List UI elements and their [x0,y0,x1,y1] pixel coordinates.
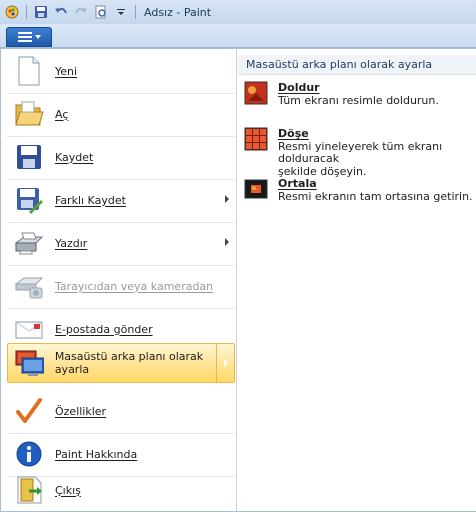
menu-item-scanner[interactable]: Tarayıcıdan veya kameradan [7,266,235,309]
menu-item-save-as-label: Farklı Kaydet [55,193,126,207]
menu-item-scanner-label: Tarayıcıdan veya kameradan [55,279,214,293]
menu-item-about[interactable]: Paint Hakkında [7,434,235,477]
application-menu: Yeni Aç Kaydet Farklı Kaydet Yazdır Tara… [0,48,476,512]
menu-item-email-label: E-postada gönder [55,322,153,336]
save-icon[interactable] [33,4,49,20]
menu-item-new-label: Yeni [55,64,78,78]
submenu-arrow-icon [224,359,228,367]
menu-item-new[interactable]: Yeni [7,51,235,94]
submenu-option-fill-desc: Tüm ekranı resimle doldurun. [278,94,439,107]
menu-item-print-label: Yazdır [55,236,88,250]
menu-item-save-as[interactable]: Farklı Kaydet [7,180,235,223]
menu-left-column: Yeni Aç Kaydet Farklı Kaydet Yazdır Tara… [1,49,237,511]
submenu-panel: Masaüstü arka planı olarak ayarla Doldur… [238,49,476,511]
submenu-arrow-icon [225,195,229,203]
submenu-option-tile-desc-1: Resmi yineleyerek tüm ekranı dolduracak [278,140,443,165]
tile-icon [244,127,268,151]
submenu-option-center[interactable]: Ortala Resmi ekranın tam ortasına getiri… [244,177,474,203]
submenu-arrow-icon [225,238,229,246]
submenu-option-fill[interactable]: Doldur Tüm ekranı resimle doldurun. [244,81,474,107]
menu-item-set-desktop-background[interactable]: Masaüstü arka planı olarak ayarla [7,343,235,383]
submenu-option-tile-title: Döşe [278,127,309,140]
submenu-option-fill-title: Doldur [278,81,320,94]
desktop-background-icon [14,347,45,379]
window-title: Adsız - Paint [144,5,212,19]
qat-separator [26,5,27,19]
menu-item-save[interactable]: Kaydet [7,137,235,180]
submenu-option-center-title: Ortala [278,177,317,190]
save-disk-icon [13,141,45,173]
print-preview-icon[interactable] [93,4,109,20]
info-icon [13,438,45,470]
menu-lines-icon [17,32,32,42]
submenu-header: Masaüstü arka planı olarak ayarla [238,55,476,75]
ribbon-tab-row [0,24,476,48]
chevron-down-icon [34,35,41,39]
menu-item-set-desktop-background-label: Masaüstü arka planı olarak ayarla [54,350,204,376]
paint-menu-button[interactable] [6,27,52,47]
menu-item-exit[interactable]: Çıkış [7,470,235,510]
menu-item-about-label: Paint Hakkında [55,447,138,461]
printer-icon [13,227,45,259]
title-separator [135,5,136,19]
customize-dropdown-icon[interactable] [113,4,129,20]
checkmark-icon [13,395,45,427]
exit-icon [13,474,45,506]
menu-item-open[interactable]: Aç [7,94,235,137]
menu-item-save-label: Kaydet [55,150,94,164]
submenu-option-tile[interactable]: Döşe Resmi yineleyerek tüm ekranı doldur… [244,127,474,178]
menu-item-exit-label: Çıkış [55,483,81,497]
menu-item-properties-label: Özellikler [55,404,107,418]
menu-item-open-label: Aç [55,107,69,121]
fill-icon [244,81,268,105]
title-bar: Adsız - Paint [0,0,476,24]
redo-icon[interactable] [73,4,89,20]
scanner-icon [13,270,45,302]
save-as-icon [13,184,45,216]
menu-item-print[interactable]: Yazdır [7,223,235,266]
undo-icon[interactable] [53,4,69,20]
submenu-option-center-desc: Resmi ekranın tam ortasına getirin. [278,190,473,203]
open-folder-icon [13,98,45,130]
new-file-icon [13,55,45,87]
email-icon [13,313,45,345]
center-icon [244,177,268,201]
paint-app-icon[interactable] [4,4,20,20]
menu-item-properties[interactable]: Özellikler [7,391,235,434]
